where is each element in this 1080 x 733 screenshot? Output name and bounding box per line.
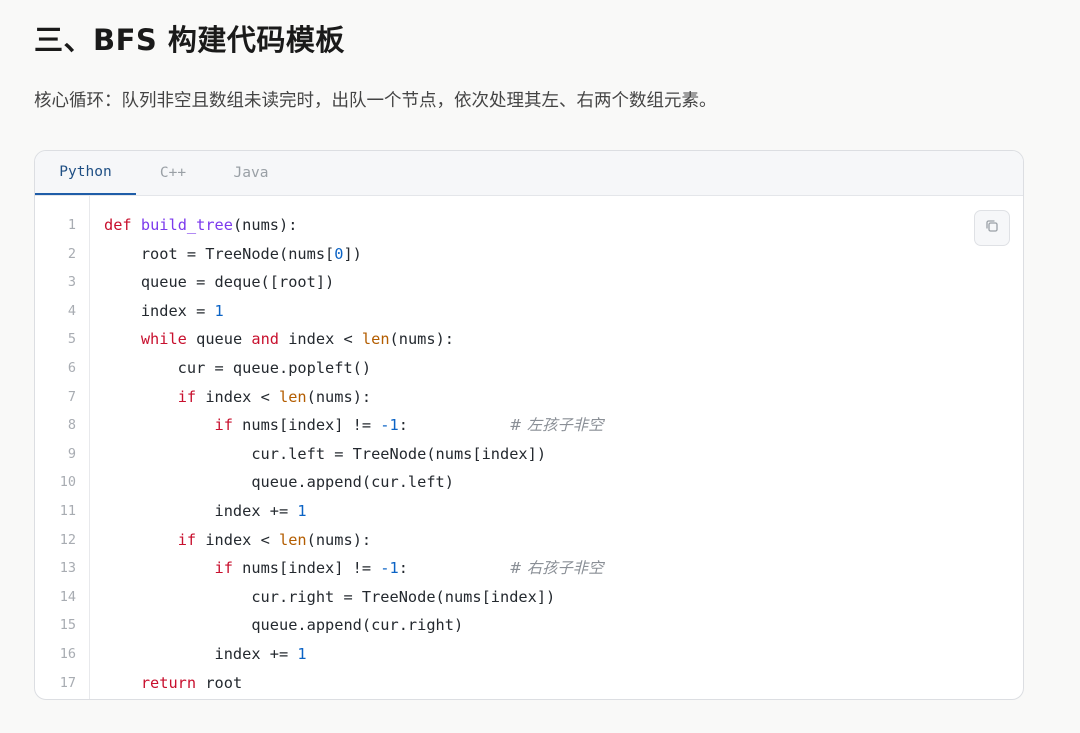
code-line: queue.append(cur.right) <box>104 616 464 635</box>
copy-button[interactable] <box>974 210 1010 246</box>
code-line: if nums[index] != -1: # 左孩子非空 <box>214 416 604 435</box>
page: 三、BFS 构建代码模板 核心循环：队列非空且数组未读完时，出队一个节点，依次处… <box>0 0 1080 733</box>
line-number: 1 <box>67 217 76 233</box>
code-content[interactable]: def build_tree(nums): root = TreeNode(nu… <box>90 196 1023 699</box>
code-line: index += 1 <box>104 501 307 520</box>
line-number: 7 <box>67 388 76 405</box>
code-line: cur.right = TreeNode(nums[index]) <box>104 587 556 606</box>
page-title: 三、BFS 构建代码模板 <box>34 23 345 57</box>
code-line: index = 1 <box>104 301 224 320</box>
code-line: cur.left = TreeNode(nums[index]) <box>104 444 547 463</box>
line-number: 6 <box>67 359 76 376</box>
line-number: 11 <box>59 502 76 519</box>
line-number: 12 <box>59 531 76 548</box>
code-block: Python C++ Java 1 2 3 4 5 6 7 8 9 10 11 12 13 14 15 16 1… <box>34 150 1024 700</box>
line-number: 8 <box>67 417 76 434</box>
code-line: if index < len(nums): <box>177 387 372 406</box>
code-line: queue.append(cur.left) <box>104 473 454 492</box>
code-line: cur = queue.popleft() <box>104 358 372 377</box>
code-body: 1 2 3 4 5 6 7 8 9 10 11 12 13 14 15 16 17 def build_tree… <box>35 196 1023 699</box>
code-line: if nums[index] != -1: # 右孩子非空 <box>214 559 604 578</box>
line-number: 3 <box>67 274 76 291</box>
line-number: 13 <box>59 560 76 577</box>
line-number: 14 <box>59 588 76 605</box>
code-line: index += 1 <box>104 644 307 663</box>
line-number: 17 <box>59 674 76 691</box>
line-number: 5 <box>67 331 76 348</box>
line-number: 16 <box>59 645 76 662</box>
code-line: root = TreeNode(nums[0]) <box>104 244 362 263</box>
code-line: return root <box>140 673 243 692</box>
line-number: 15 <box>59 617 76 634</box>
line-number: 2 <box>67 245 76 262</box>
description-text: 核心循环：队列非空且数组未读完时，出队一个节点，依次处理其左、右两个数组元素。 <box>34 91 717 111</box>
copy-icon <box>984 218 1000 238</box>
line-number: 10 <box>59 474 76 491</box>
code-line: queue = deque([root]) <box>104 273 335 292</box>
line-number-gutter: 1 2 3 4 5 6 7 8 9 10 11 12 13 14 15 16 17 <box>35 196 90 699</box>
tab-java[interactable]: Java <box>210 151 292 195</box>
tab-python[interactable]: Python <box>35 151 136 195</box>
line-number: 4 <box>67 302 76 319</box>
tab-cpp[interactable]: C++ <box>136 151 210 195</box>
code-line: def build_tree(nums): <box>104 216 298 234</box>
code-line: while queue and index < len(nums): <box>140 330 455 349</box>
language-tabs: Python C++ Java <box>35 151 1023 196</box>
code-line: if index < len(nums): <box>177 530 372 549</box>
line-number: 9 <box>67 445 76 462</box>
